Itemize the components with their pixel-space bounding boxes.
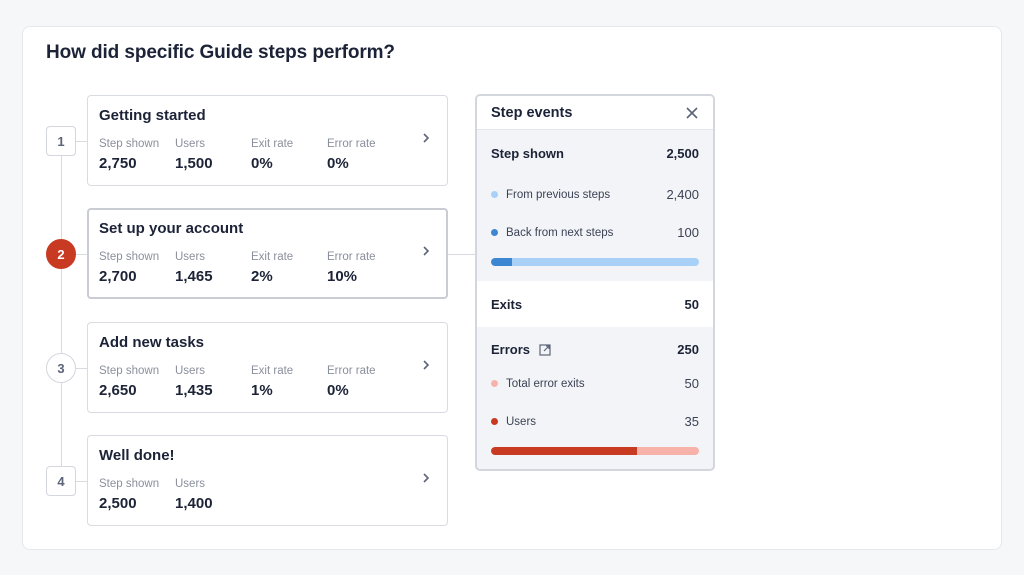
popover-connector bbox=[448, 254, 475, 255]
stat-value: 0% bbox=[251, 155, 273, 172]
stat-exit-rate: Exit rate 2% bbox=[251, 251, 293, 285]
stat-error-rate: Error rate 10% bbox=[327, 251, 376, 285]
stat-value: 2,750 bbox=[99, 155, 137, 172]
stat-label: Exit rate bbox=[251, 138, 294, 150]
legend-value: 50 bbox=[684, 376, 699, 391]
stat-label: Step shown bbox=[99, 251, 160, 263]
stat-label: Users bbox=[175, 251, 206, 263]
stat-users: Users 1,435 bbox=[175, 365, 213, 399]
errors-row: Errors 250 bbox=[491, 342, 699, 357]
step-marker-3: 3 bbox=[46, 353, 76, 383]
stat-label: Step shown bbox=[99, 365, 160, 377]
stat-users: Users 1,465 bbox=[175, 251, 213, 285]
legend-item-total-error-exits: Total error exits 50 bbox=[491, 376, 699, 391]
legend-dot bbox=[491, 229, 498, 236]
errors-progress-bar bbox=[491, 447, 699, 455]
stat-error-rate: Error rate 0% bbox=[327, 138, 376, 172]
stat-label: Error rate bbox=[327, 365, 376, 377]
stat-value: 1,500 bbox=[175, 155, 213, 172]
stat-label: Error rate bbox=[327, 138, 376, 150]
stat-value: 1,465 bbox=[175, 268, 213, 285]
external-link-icon[interactable] bbox=[539, 343, 551, 356]
step-card-add-new-tasks[interactable]: Add new tasks Step shown 2,650 Users 1,435… bbox=[87, 322, 448, 413]
close-icon[interactable] bbox=[685, 106, 699, 120]
chevron-right-icon[interactable] bbox=[421, 359, 431, 371]
step-card-getting-started[interactable]: Getting started Step shown 2,750 Users 1,5… bbox=[87, 95, 448, 186]
stat-label: Exit rate bbox=[251, 251, 294, 263]
step-connector bbox=[76, 254, 87, 255]
stat-label: Users bbox=[175, 478, 206, 490]
chevron-right-icon[interactable] bbox=[421, 132, 431, 144]
exits-row: Exits 50 bbox=[491, 297, 699, 312]
exits-label: Exits bbox=[491, 297, 523, 312]
stat-value: 1,400 bbox=[175, 495, 213, 512]
popover-header: Step events bbox=[477, 96, 713, 130]
step-marker-2: 2 bbox=[46, 239, 76, 269]
stat-step-shown: Step shown 2,650 bbox=[99, 365, 159, 399]
legend-item-from-previous: From previous steps 2,400 bbox=[491, 187, 699, 202]
legend-label: Back from next steps bbox=[506, 226, 614, 239]
stat-users: Users 1,400 bbox=[175, 478, 213, 512]
stat-value: 1,435 bbox=[175, 382, 213, 399]
stat-exit-rate: Exit rate 0% bbox=[251, 138, 293, 172]
step-connector bbox=[76, 481, 87, 482]
step-card-well-done[interactable]: Well done! Step shown 2,500 Users 1,400 bbox=[87, 435, 448, 526]
step-shown-value: 2,500 bbox=[666, 146, 699, 161]
stat-step-shown: Step shown 2,700 bbox=[99, 251, 159, 285]
legend-dot bbox=[491, 191, 498, 198]
stat-label: Users bbox=[175, 138, 206, 150]
legend-dot bbox=[491, 380, 498, 387]
stat-label: Users bbox=[175, 365, 206, 377]
stat-step-shown: Step shown 2,750 bbox=[99, 138, 159, 172]
errors-progress-fill bbox=[491, 447, 637, 455]
stat-value: 2,700 bbox=[99, 268, 137, 285]
legend-value: 2,400 bbox=[666, 187, 699, 202]
timeline-line bbox=[61, 141, 62, 481]
exits-value: 50 bbox=[684, 297, 699, 312]
step-connector bbox=[76, 141, 87, 142]
stat-label: Exit rate bbox=[251, 365, 294, 377]
legend-item-back-from-next: Back from next steps 100 bbox=[491, 225, 699, 240]
stat-step-shown: Step shown 2,500 bbox=[99, 478, 159, 512]
legend-dot bbox=[491, 418, 498, 425]
stat-value: 0% bbox=[327, 382, 349, 399]
step-marker-4: 4 bbox=[46, 466, 76, 496]
stat-value: 2,500 bbox=[99, 495, 137, 512]
step-card-set-up-your-account[interactable]: Set up your account Step shown 2,700 User… bbox=[87, 208, 448, 299]
errors-value: 250 bbox=[677, 342, 699, 357]
legend-item-users: Users 35 bbox=[491, 414, 699, 429]
stat-users: Users 1,500 bbox=[175, 138, 213, 172]
stat-exit-rate: Exit rate 1% bbox=[251, 365, 293, 399]
step-title: Add new tasks bbox=[99, 334, 205, 351]
legend-label: From previous steps bbox=[506, 188, 611, 201]
legend-label: Total error exits bbox=[506, 377, 585, 390]
errors-label: Errors bbox=[491, 342, 531, 357]
stat-value: 1% bbox=[251, 382, 273, 399]
legend-value: 35 bbox=[684, 414, 699, 429]
step-events-popover: Step events Step shown 2,500 From previo… bbox=[475, 94, 715, 471]
popover-title: Step events bbox=[491, 105, 573, 121]
stat-label: Error rate bbox=[327, 251, 376, 263]
stat-error-rate: Error rate 0% bbox=[327, 365, 376, 399]
legend-label: Users bbox=[506, 415, 537, 428]
step-shown-progress-bar bbox=[491, 258, 699, 266]
stat-value: 2% bbox=[251, 268, 273, 285]
step-title: Well done! bbox=[99, 447, 175, 464]
stat-value: 0% bbox=[327, 155, 349, 172]
step-shown-label: Step shown bbox=[491, 146, 564, 161]
step-shown-progress-fill bbox=[491, 258, 512, 266]
stat-value: 2,650 bbox=[99, 382, 137, 399]
chevron-right-icon[interactable] bbox=[421, 245, 431, 257]
page-title: How did specific Guide steps perform? bbox=[46, 42, 395, 63]
stat-label: Step shown bbox=[99, 138, 160, 150]
step-shown-row: Step shown 2,500 bbox=[491, 146, 699, 161]
legend-value: 100 bbox=[677, 225, 699, 240]
chevron-right-icon[interactable] bbox=[421, 472, 431, 484]
step-marker-1: 1 bbox=[46, 126, 76, 156]
step-title: Getting started bbox=[99, 107, 206, 124]
step-title: Set up your account bbox=[99, 220, 244, 237]
stat-value: 10% bbox=[327, 268, 358, 285]
stat-label: Step shown bbox=[99, 478, 160, 490]
step-connector bbox=[76, 368, 87, 369]
